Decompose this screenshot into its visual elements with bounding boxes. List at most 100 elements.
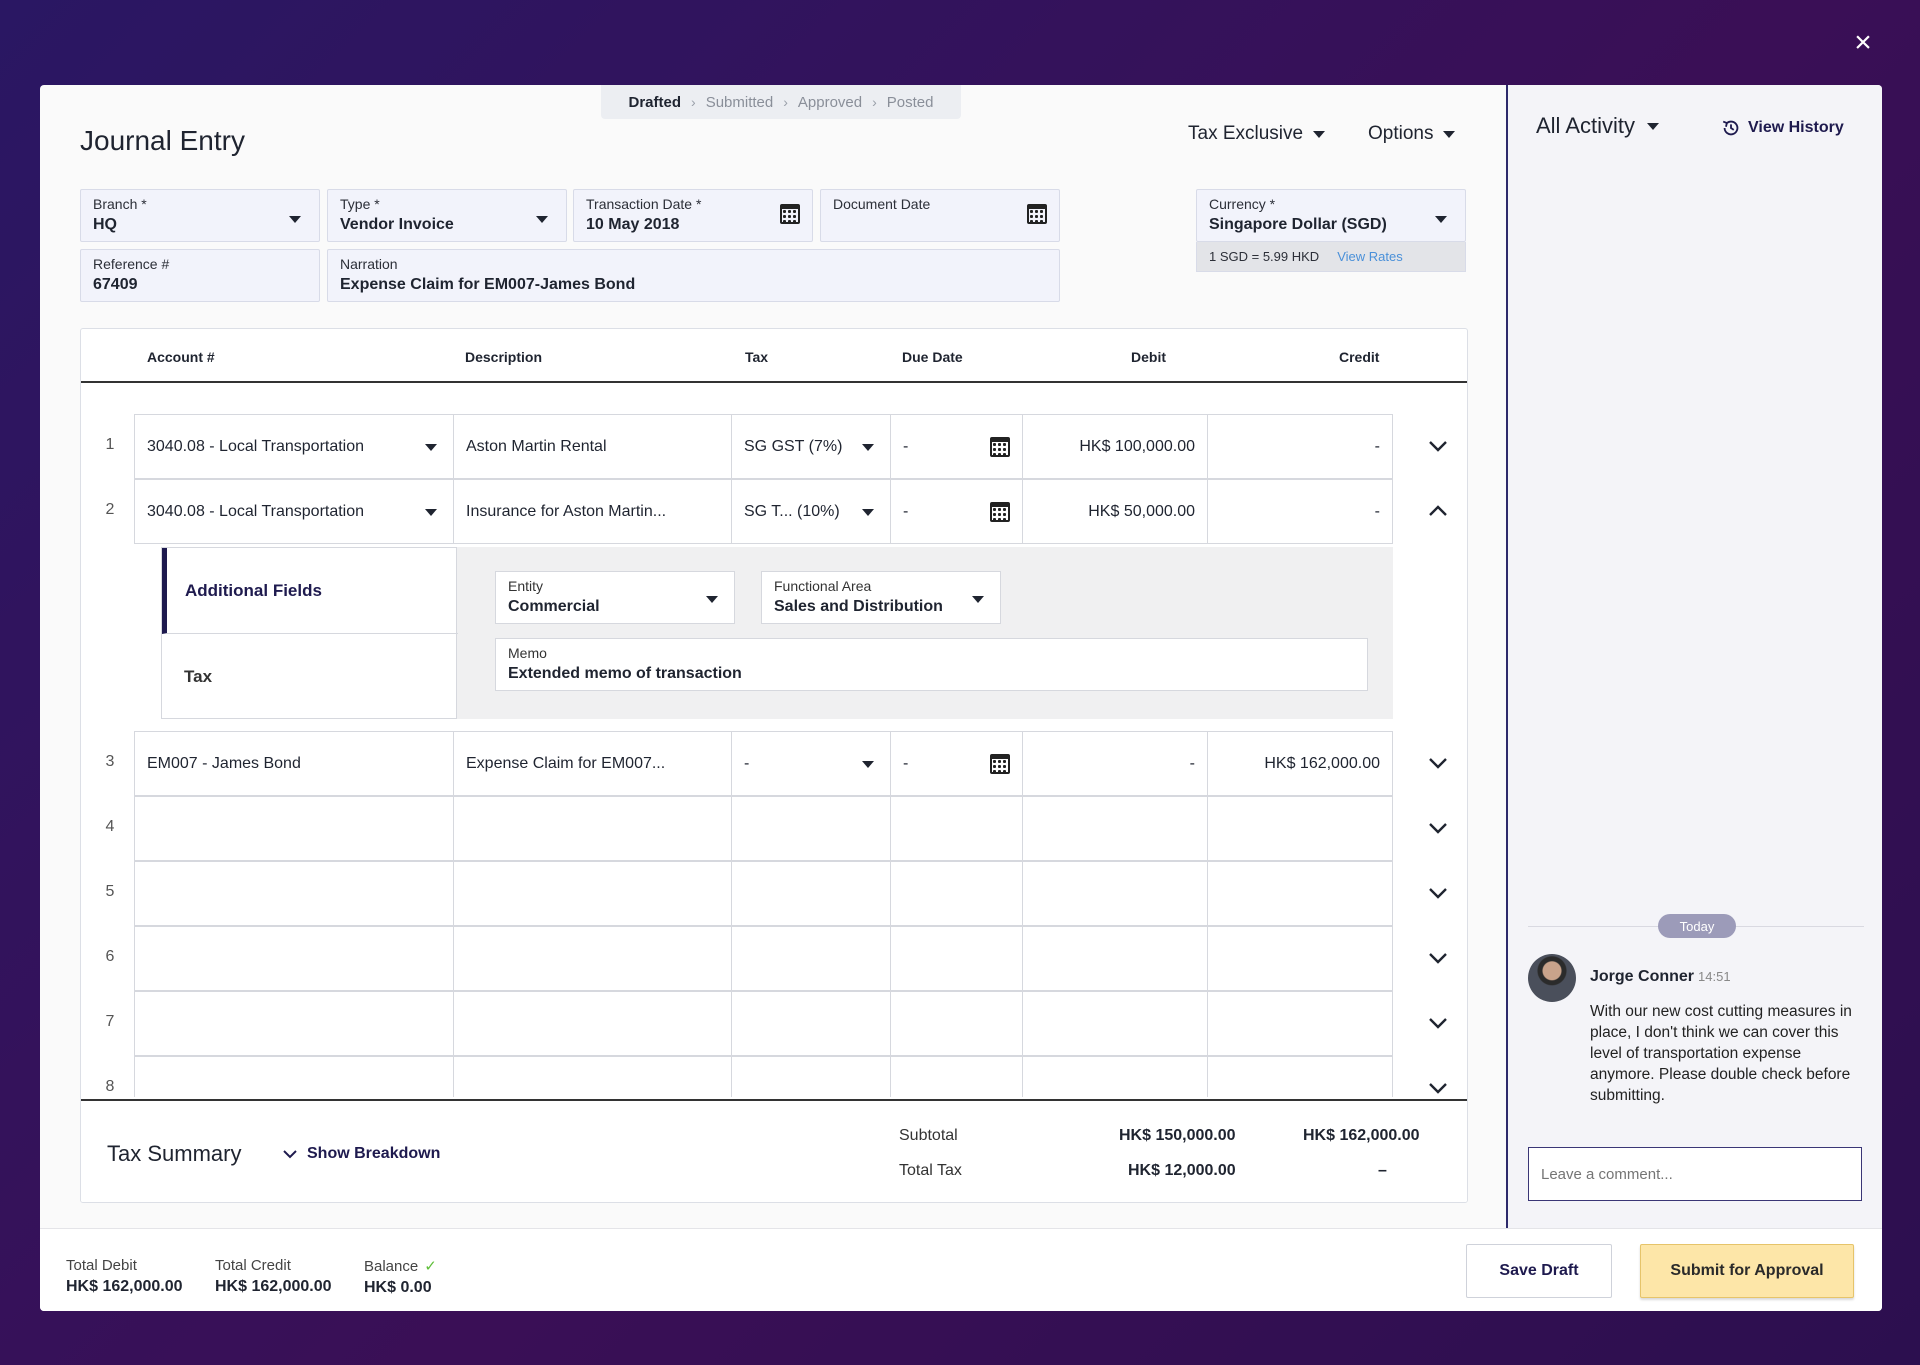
account-select[interactable]: EM007 - James Bond xyxy=(134,731,454,796)
submit-for-approval-button[interactable]: Submit for Approval xyxy=(1640,1244,1854,1298)
document-date-field[interactable]: Document Date xyxy=(820,189,1060,242)
chevron-down-icon[interactable] xyxy=(1426,434,1450,458)
description-input[interactable] xyxy=(453,926,732,991)
caret-down-icon xyxy=(706,596,718,603)
credit-input[interactable]: HK$ 162,000.00 xyxy=(1207,731,1393,796)
credit-input[interactable]: - xyxy=(1207,414,1393,479)
due-date-input[interactable] xyxy=(890,991,1023,1056)
due-date-input[interactable]: - xyxy=(890,731,1023,796)
chevron-down-icon[interactable] xyxy=(1426,1011,1450,1035)
chevron-down-icon[interactable] xyxy=(1426,751,1450,775)
chevron-down-icon[interactable] xyxy=(1426,1076,1450,1097)
tax-select[interactable] xyxy=(731,1056,891,1097)
chevron-up-icon[interactable] xyxy=(1426,499,1450,523)
branch-value: HQ xyxy=(93,216,117,233)
credit-input[interactable] xyxy=(1207,991,1393,1056)
branch-select[interactable]: Branch * HQ xyxy=(80,189,320,242)
description-input[interactable]: Aston Martin Rental xyxy=(453,414,732,479)
memo-field[interactable]: Memo Extended memo of transaction xyxy=(495,638,1368,691)
chevron-down-icon[interactable] xyxy=(1426,946,1450,970)
description-input[interactable]: Insurance for Aston Martin... xyxy=(453,479,732,544)
options-dropdown[interactable]: Options xyxy=(1368,123,1456,145)
tax-select[interactable]: SG T... (10%) xyxy=(731,479,891,544)
debit-input[interactable] xyxy=(1022,1056,1208,1097)
description-input[interactable]: Expense Claim for EM007... xyxy=(453,731,732,796)
narration-field[interactable]: Narration Expense Claim for EM007-James … xyxy=(327,249,1060,302)
table-row: 2 3040.08 - Local Transportation Insuran… xyxy=(81,479,1467,544)
debit-input[interactable]: - xyxy=(1022,731,1208,796)
account-select[interactable] xyxy=(134,861,454,926)
calendar-icon[interactable] xyxy=(990,437,1010,457)
credit-value: - xyxy=(1374,437,1380,455)
due-date-input[interactable] xyxy=(890,796,1023,861)
narration-label: Narration xyxy=(340,256,398,272)
comment-input[interactable] xyxy=(1528,1147,1862,1201)
description-input[interactable] xyxy=(453,861,732,926)
credit-input[interactable] xyxy=(1207,861,1393,926)
tax-select[interactable] xyxy=(731,796,891,861)
step-approved: Approved xyxy=(797,93,863,111)
functional-area-label: Functional Area xyxy=(774,578,872,594)
account-value: EM007 - James Bond xyxy=(147,754,301,772)
account-select[interactable]: 3040.08 - Local Transportation xyxy=(134,414,454,479)
table-row: 8 xyxy=(81,1056,1467,1097)
transaction-date-field[interactable]: Transaction Date * 10 May 2018 xyxy=(573,189,813,242)
tax-mode-dropdown[interactable]: Tax Exclusive xyxy=(1188,123,1326,145)
account-select[interactable] xyxy=(134,926,454,991)
credit-input[interactable] xyxy=(1207,926,1393,991)
entity-select[interactable]: Entity Commercial xyxy=(495,571,735,624)
account-select[interactable]: 3040.08 - Local Transportation xyxy=(134,479,454,544)
view-rates-link[interactable]: View Rates xyxy=(1337,249,1403,264)
tax-summary: Tax Summary Show Breakdown Subtotal HK$ … xyxy=(81,1099,1467,1202)
view-history-button[interactable]: View History xyxy=(1720,117,1844,139)
debit-input[interactable] xyxy=(1022,991,1208,1056)
calendar-icon[interactable] xyxy=(1027,204,1047,224)
type-select[interactable]: Type * Vendor Invoice xyxy=(327,189,567,242)
debit-input[interactable]: HK$ 50,000.00 xyxy=(1022,479,1208,544)
currency-select[interactable]: Currency * Singapore Dollar (SGD) xyxy=(1196,189,1466,242)
debit-input[interactable] xyxy=(1022,796,1208,861)
debit-input[interactable] xyxy=(1022,861,1208,926)
due-date-input[interactable] xyxy=(890,1056,1023,1097)
tax-select[interactable] xyxy=(731,861,891,926)
calendar-icon[interactable] xyxy=(780,204,800,224)
show-breakdown-button[interactable]: Show Breakdown xyxy=(281,1145,440,1163)
page-title: Journal Entry xyxy=(80,125,245,156)
description-input[interactable] xyxy=(453,1056,732,1097)
tax-select[interactable]: SG GST (7%) xyxy=(731,414,891,479)
due-date-input[interactable] xyxy=(890,926,1023,991)
credit-input[interactable] xyxy=(1207,1056,1393,1097)
due-date-input[interactable]: - xyxy=(890,479,1023,544)
due-date-input[interactable] xyxy=(890,861,1023,926)
activity-filter-label: All Activity xyxy=(1536,113,1636,138)
col-debit: Debit xyxy=(1131,349,1166,365)
history-icon xyxy=(1722,120,1739,136)
due-date-input[interactable]: - xyxy=(890,414,1023,479)
chevron-down-icon[interactable] xyxy=(1426,881,1450,905)
account-select[interactable] xyxy=(134,1056,454,1097)
debit-input[interactable]: HK$ 100,000.00 xyxy=(1022,414,1208,479)
account-select[interactable] xyxy=(134,991,454,1056)
description-value: Aston Martin Rental xyxy=(466,437,607,455)
chevron-down-icon[interactable] xyxy=(1426,816,1450,840)
tab-tax[interactable]: Tax xyxy=(162,634,458,720)
tab-additional-fields[interactable]: Additional Fields xyxy=(162,548,458,634)
close-icon[interactable]: × xyxy=(1846,26,1880,60)
functional-area-select[interactable]: Functional Area Sales and Distribution xyxy=(761,571,1001,624)
tax-select[interactable]: - xyxy=(731,731,891,796)
tax-select[interactable] xyxy=(731,926,891,991)
description-input[interactable] xyxy=(453,796,732,861)
calendar-icon[interactable] xyxy=(990,502,1010,522)
credit-input[interactable] xyxy=(1207,796,1393,861)
debit-input[interactable] xyxy=(1022,926,1208,991)
description-input[interactable] xyxy=(453,991,732,1056)
credit-value: - xyxy=(1374,502,1380,520)
activity-filter-dropdown[interactable]: All Activity xyxy=(1536,113,1660,139)
credit-input[interactable]: - xyxy=(1207,479,1393,544)
reference-field[interactable]: Reference # 67409 xyxy=(80,249,320,302)
calendar-icon[interactable] xyxy=(990,754,1010,774)
save-draft-button[interactable]: Save Draft xyxy=(1466,1244,1612,1298)
tax-select[interactable] xyxy=(731,991,891,1056)
account-value: 3040.08 - Local Transportation xyxy=(147,502,365,520)
account-select[interactable] xyxy=(134,796,454,861)
